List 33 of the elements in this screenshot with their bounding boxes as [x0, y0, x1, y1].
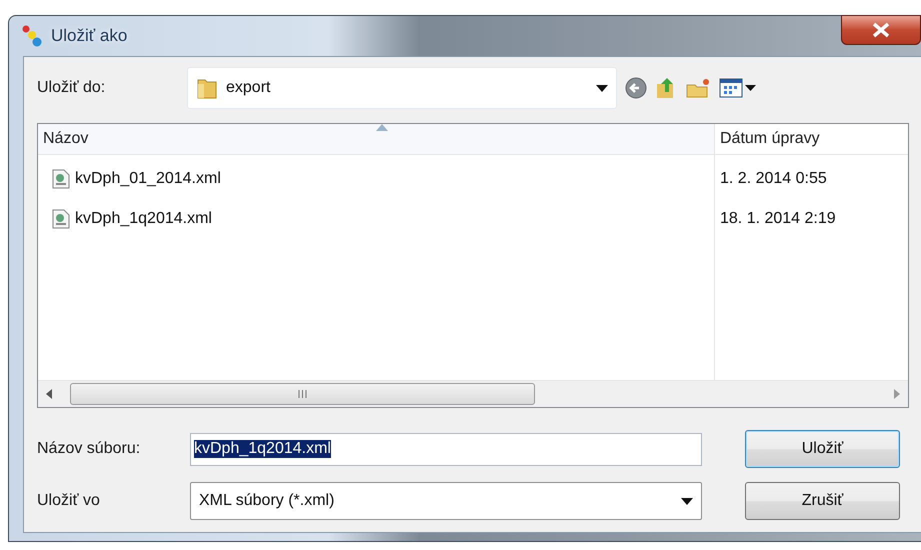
cancel-button[interactable]: Zrušiť — [745, 482, 900, 520]
view-menu-icon[interactable] — [719, 78, 757, 98]
sort-arrow-icon — [376, 124, 388, 131]
file-name: kvDph_1q2014.xml — [75, 210, 212, 228]
close-button[interactable] — [841, 15, 921, 45]
scrollbar-thumb[interactable] — [70, 383, 535, 405]
save-button[interactable]: Uložiť — [745, 430, 900, 468]
name-column-header[interactable]: Názov — [38, 124, 715, 154]
new-folder-icon[interactable] — [685, 77, 711, 99]
window-title: Uložiť ako — [51, 26, 128, 46]
close-icon — [872, 22, 890, 38]
xml-file-icon — [52, 209, 70, 229]
file-item[interactable]: kvDph_01_2014.xml — [38, 167, 714, 191]
xml-file-icon — [52, 169, 70, 189]
save-in-label: Uložiť do: — [37, 79, 106, 97]
file-type-dropdown[interactable]: XML súbory (*.xml) — [190, 482, 702, 520]
grip-icon — [298, 390, 307, 398]
scroll-left-icon — [46, 389, 52, 399]
scroll-right-icon — [894, 389, 900, 399]
file-date: 18. 1. 2014 2:19 — [719, 209, 837, 229]
file-name-field[interactable]: kvDph_1q2014.xml — [190, 432, 702, 466]
horizontal-scrollbar[interactable] — [38, 380, 908, 407]
back-icon[interactable] — [625, 77, 647, 99]
file-date: 1. 2. 2014 0:55 — [719, 169, 828, 189]
file-type-value: XML súbory (*.xml) — [199, 492, 336, 510]
file-name: kvDph_01_2014.xml — [75, 170, 221, 188]
file-item[interactable]: kvDph_1q2014.xml — [38, 207, 714, 231]
file-name-label: Názov súboru: — [37, 440, 142, 458]
dropdown-caret-icon — [681, 498, 693, 504]
save-as-type-label: Uložiť vo — [37, 492, 101, 510]
location-dropdown[interactable]: export — [187, 67, 617, 109]
dropdown-caret-icon — [596, 84, 608, 92]
location-value: export — [226, 79, 272, 97]
